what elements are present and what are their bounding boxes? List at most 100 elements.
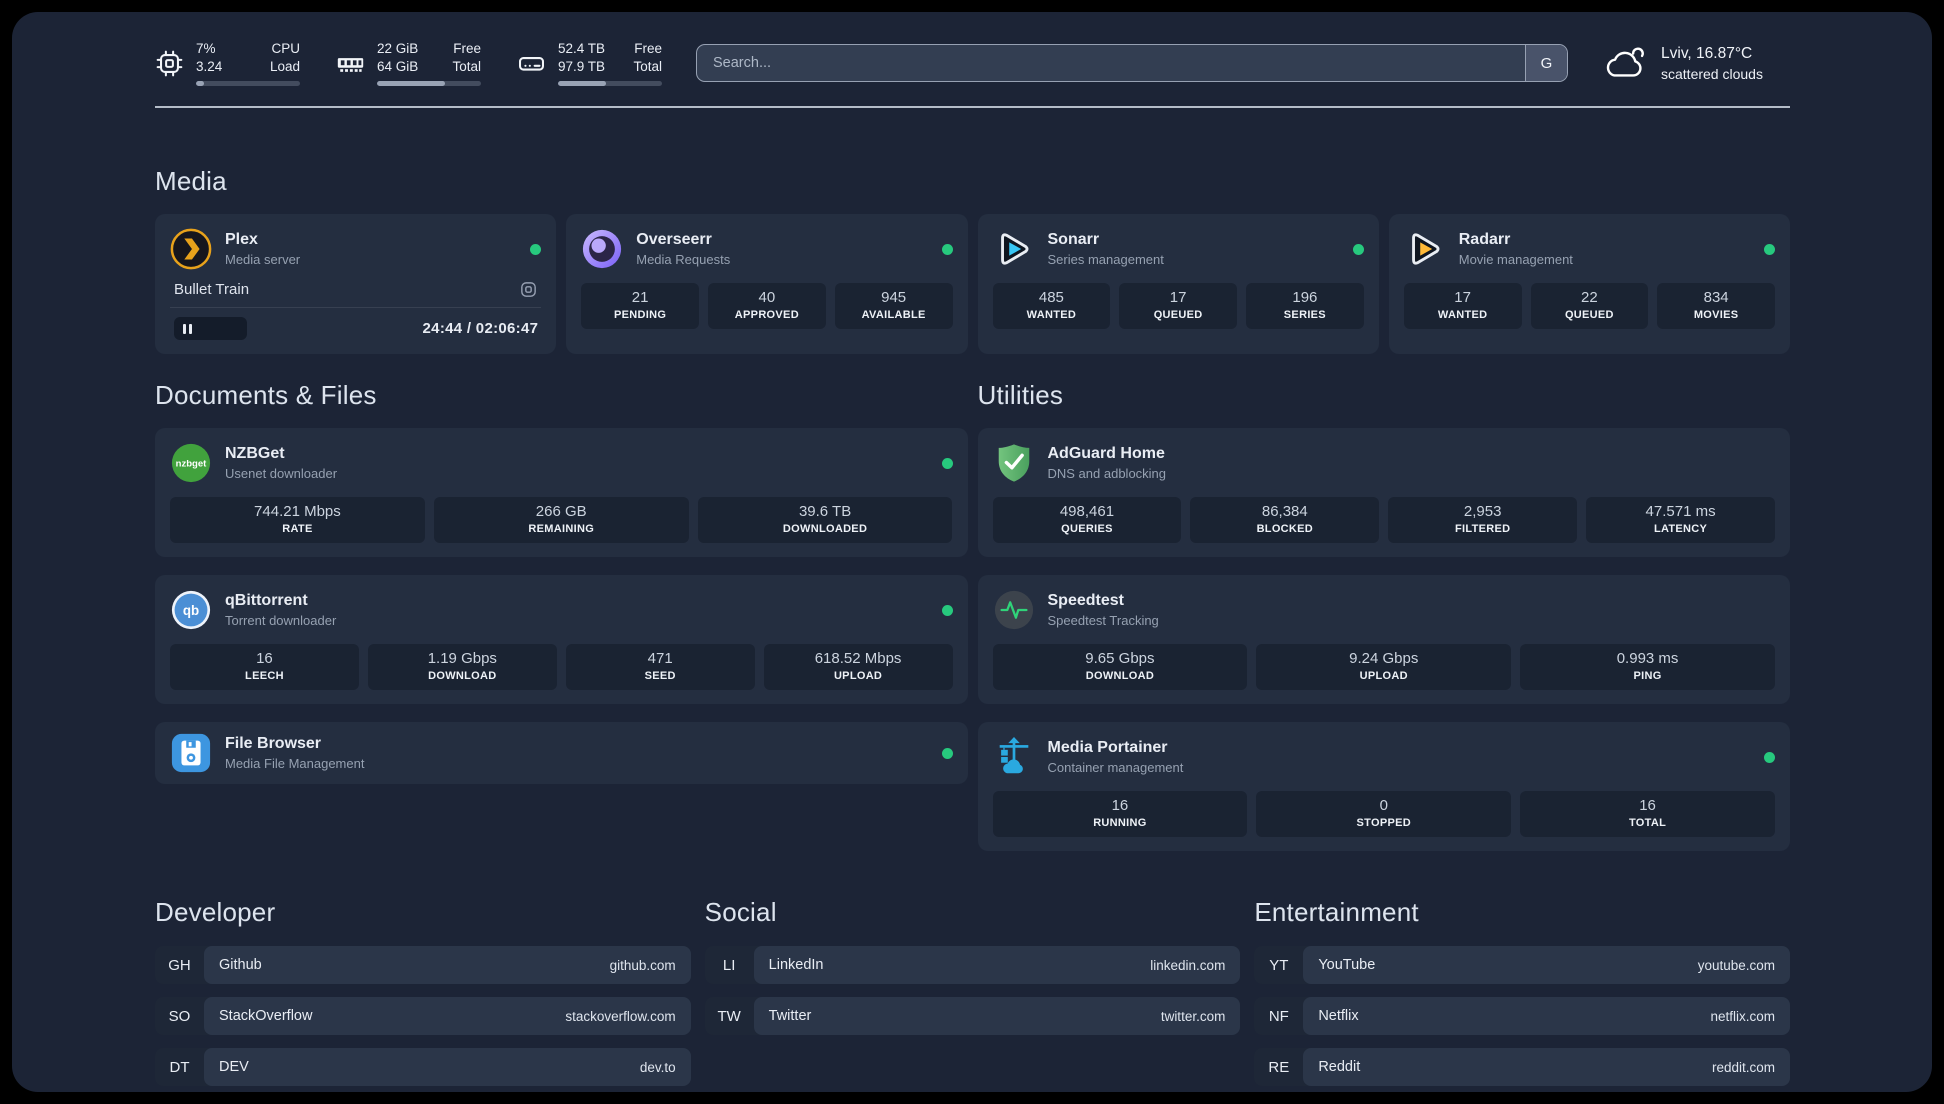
stat-box-rate: 744.21 Mbps RATE xyxy=(170,497,425,543)
section-documents: Documents & Files nzbget NZBGet Usenet dow… xyxy=(155,380,968,784)
bookmark-abbr: LI xyxy=(722,956,736,974)
stat-label: DOWNLOAD xyxy=(428,670,497,682)
stat-box-available: 945 AVAILABLE xyxy=(834,283,953,329)
resource-widget-memory: 22 GiB 64 GiB Free Total xyxy=(336,40,481,86)
stat-value: 21 xyxy=(631,289,649,306)
service-card-file-browser[interactable]: File Browser Media File Management xyxy=(155,722,968,784)
stat-value: 485 xyxy=(1038,289,1064,306)
speedtest-icon xyxy=(993,589,1035,631)
stat-label: UPLOAD xyxy=(833,670,883,682)
stat-label: WANTED xyxy=(1026,309,1077,321)
stat-box-filtered: 2,953 FILTERED xyxy=(1388,497,1578,543)
stat-value: 39.6 TB xyxy=(798,503,852,520)
search-provider-button[interactable]: G xyxy=(1525,45,1567,81)
stat-box-ping: 0.993 ms PING xyxy=(1520,644,1775,690)
service-card-speedtest[interactable]: Speedtest Speedtest Tracking 9.65 Gbps DOWN… xyxy=(977,575,1790,704)
service-name: Speedtest xyxy=(1047,592,1124,609)
svg-text:qb: qb xyxy=(183,603,199,618)
service-card-qbittorrent[interactable]: qb qBittorrent Torrent downloader 16 LEECH 1.… xyxy=(155,575,968,704)
stat-label: AVAILABLE xyxy=(861,309,926,321)
status-online-dot xyxy=(941,243,953,255)
service-name: AdGuard Home xyxy=(1047,445,1165,462)
now-playing-title: Bullet Train xyxy=(174,281,250,298)
bookmark-url: reddit.com xyxy=(1711,1059,1775,1075)
resource-label: Total xyxy=(452,59,481,75)
bookmark-url: netflix.com xyxy=(1710,1008,1775,1024)
service-subtitle: DNS and adblocking xyxy=(1047,466,1167,481)
stat-value: 40 xyxy=(758,289,776,306)
bookmark-reddit[interactable]: RE Reddit reddit.com xyxy=(1254,1048,1790,1086)
stat-value: 9.65 Gbps xyxy=(1085,650,1155,667)
stat-label: BLOCKED xyxy=(1256,523,1314,535)
stat-value: 9.24 Gbps xyxy=(1349,650,1419,667)
service-subtitle: Container management xyxy=(1047,760,1184,775)
stat-box-download: 1.19 Gbps DOWNLOAD xyxy=(367,644,557,690)
stat-box-remaining: 266 GB REMAINING xyxy=(433,497,689,543)
bookmark-dev[interactable]: DT DEV dev.to xyxy=(155,1048,691,1086)
stat-box-queued: 17 QUEUED xyxy=(1119,283,1237,329)
service-subtitle: Media server xyxy=(225,252,301,267)
resource-label: Free xyxy=(634,41,662,57)
section-title-utilities: Utilities xyxy=(977,380,1064,410)
resource-value: 22 GiB xyxy=(377,41,419,57)
resource-label: CPU xyxy=(271,41,300,57)
svg-text:nzbget: nzbget xyxy=(176,458,208,469)
header-divider xyxy=(155,106,1790,108)
service-card-sonarr[interactable]: Sonarr Series management 485 WANTED 17 QUEUED… xyxy=(977,214,1379,354)
stat-label: WANTED xyxy=(1437,309,1488,321)
bookmark-youtube[interactable]: YT YouTube youtube.com xyxy=(1254,946,1790,984)
service-card-overseerr[interactable]: Overseerr Media Requests 21 PENDING 40 APPROV… xyxy=(566,214,968,354)
pause-button[interactable] xyxy=(174,317,247,340)
bookmark-url: dev.to xyxy=(639,1059,676,1075)
overseerr-icon xyxy=(581,228,623,270)
bookmark-linkedin[interactable]: LI LinkedIn linkedin.com xyxy=(704,946,1241,984)
playback-time: 24:44 / 02:06:47 xyxy=(422,320,539,337)
memory-icon xyxy=(336,49,365,78)
stat-label: DOWNLOADED xyxy=(782,523,868,535)
service-card-media-portainer[interactable]: Media Portainer Container management 16 RUN… xyxy=(977,722,1790,851)
now-playing-row: Bullet Train xyxy=(170,272,542,308)
weather-widget: Lviv, 16.87°C scattered clouds xyxy=(1602,40,1790,86)
bookmark-twitter[interactable]: TW Twitter twitter.com xyxy=(704,997,1241,1035)
stat-value: 17 xyxy=(1454,289,1471,306)
camera-icon xyxy=(519,280,538,299)
section-title-social: Social xyxy=(704,897,777,927)
service-subtitle: Speedtest Tracking xyxy=(1047,613,1159,628)
bookmark-stackoverflow[interactable]: SO StackOverflow stackoverflow.com xyxy=(155,997,691,1035)
stat-box-upload: 9.24 Gbps UPLOAD xyxy=(1256,644,1512,690)
service-card-radarr[interactable]: Radarr Movie management 17 WANTED 22 QUEUED 83… xyxy=(1388,214,1790,354)
service-name: Overseerr xyxy=(636,231,712,248)
stat-label: LEECH xyxy=(245,670,284,682)
bookmark-github[interactable]: GH Github github.com xyxy=(155,946,691,984)
stat-value: 47.571 ms xyxy=(1645,503,1716,520)
service-card-nzbget[interactable]: nzbget NZBGet Usenet downloader 744.21 Mbps… xyxy=(155,428,968,557)
radarr-icon xyxy=(1404,228,1446,270)
status-online-dot xyxy=(941,457,953,469)
bookmark-netflix[interactable]: NF Netflix netflix.com xyxy=(1254,997,1790,1035)
stat-label: UPLOAD xyxy=(1359,670,1408,682)
service-name: Media Portainer xyxy=(1047,739,1168,756)
section-title-media: Media xyxy=(155,166,227,196)
stat-value: 16 xyxy=(256,650,273,667)
stat-box-running: 16 RUNNING xyxy=(992,791,1248,837)
service-subtitle: Torrent downloader xyxy=(225,613,337,628)
service-card-adguard-home[interactable]: AdGuard Home DNS and adblocking 498,461 QUE… xyxy=(977,428,1790,557)
stat-value: 744.21 Mbps xyxy=(254,503,341,520)
bookmark-url: github.com xyxy=(609,957,676,973)
stat-label: SERIES xyxy=(1283,309,1326,321)
search-input[interactable] xyxy=(696,44,1568,82)
resource-widgets: 7% 3.24 CPU Load 22 GiB 64 GiB Free Total 52.4 T… xyxy=(155,40,662,86)
stat-label: REMAINING xyxy=(528,523,595,535)
weather-location-temp: Lviv, 16.87°C xyxy=(1661,44,1753,62)
section-media: Media Plex Media server Bullet Train 24:44 … xyxy=(155,166,1790,354)
bookmark-abbr: YT xyxy=(1269,956,1289,974)
scattered-clouds-icon xyxy=(1602,40,1648,86)
stat-label: SEED xyxy=(644,670,676,682)
bookmark-name: DEV xyxy=(219,1059,249,1075)
weather-condition: scattered clouds xyxy=(1661,65,1763,82)
stat-value: 266 GB xyxy=(535,503,587,520)
resource-progress-bar xyxy=(377,81,481,86)
pause-icon xyxy=(183,323,192,334)
stat-label: LATENCY xyxy=(1653,523,1708,535)
service-card-plex[interactable]: Plex Media server Bullet Train 24:44 / 02:0… xyxy=(155,214,557,354)
